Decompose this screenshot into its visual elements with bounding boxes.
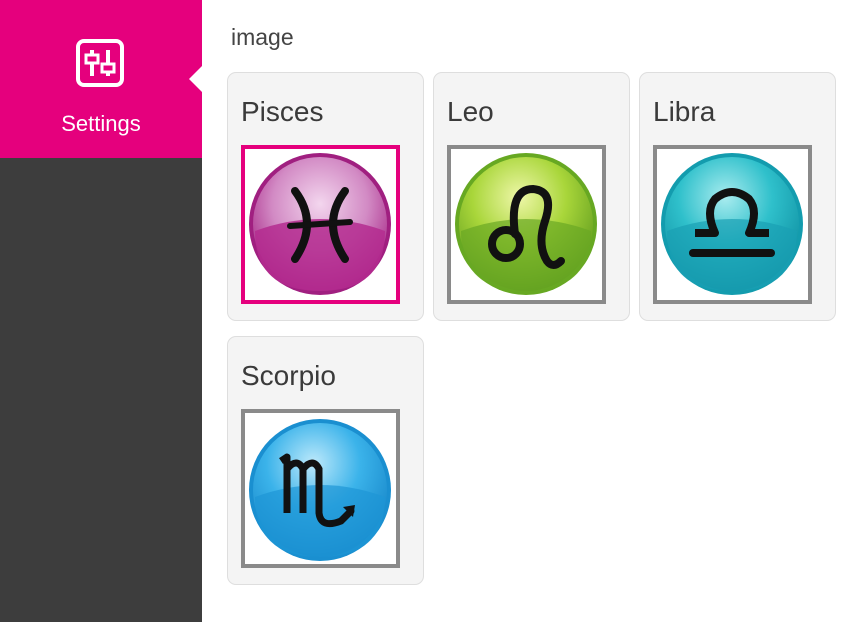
card-image bbox=[241, 145, 400, 304]
active-pointer bbox=[189, 66, 202, 92]
option-card-leo[interactable]: Leo bbox=[433, 72, 630, 321]
scorpio-icon bbox=[249, 419, 391, 561]
sidebar: Settings bbox=[0, 0, 202, 622]
option-card-scorpio[interactable]: Scorpio bbox=[227, 336, 424, 585]
card-title: Scorpio bbox=[241, 360, 336, 391]
card-title: Pisces bbox=[241, 96, 324, 127]
sidebar-item-settings[interactable]: Settings bbox=[0, 0, 202, 158]
libra-icon bbox=[661, 153, 803, 295]
option-card-libra[interactable]: Libra bbox=[639, 72, 836, 321]
card-title: Libra bbox=[653, 96, 716, 127]
card-image bbox=[241, 409, 400, 568]
card-image bbox=[653, 145, 812, 304]
sidebar-item-label: Settings bbox=[61, 111, 141, 136]
option-card-pisces[interactable]: Pisces bbox=[227, 72, 424, 321]
leo-icon bbox=[455, 153, 597, 295]
card-image bbox=[447, 145, 606, 304]
pisces-icon bbox=[249, 153, 391, 295]
card-title: Leo bbox=[447, 96, 494, 127]
sliders-icon bbox=[76, 39, 124, 87]
section-label: image bbox=[231, 24, 294, 50]
